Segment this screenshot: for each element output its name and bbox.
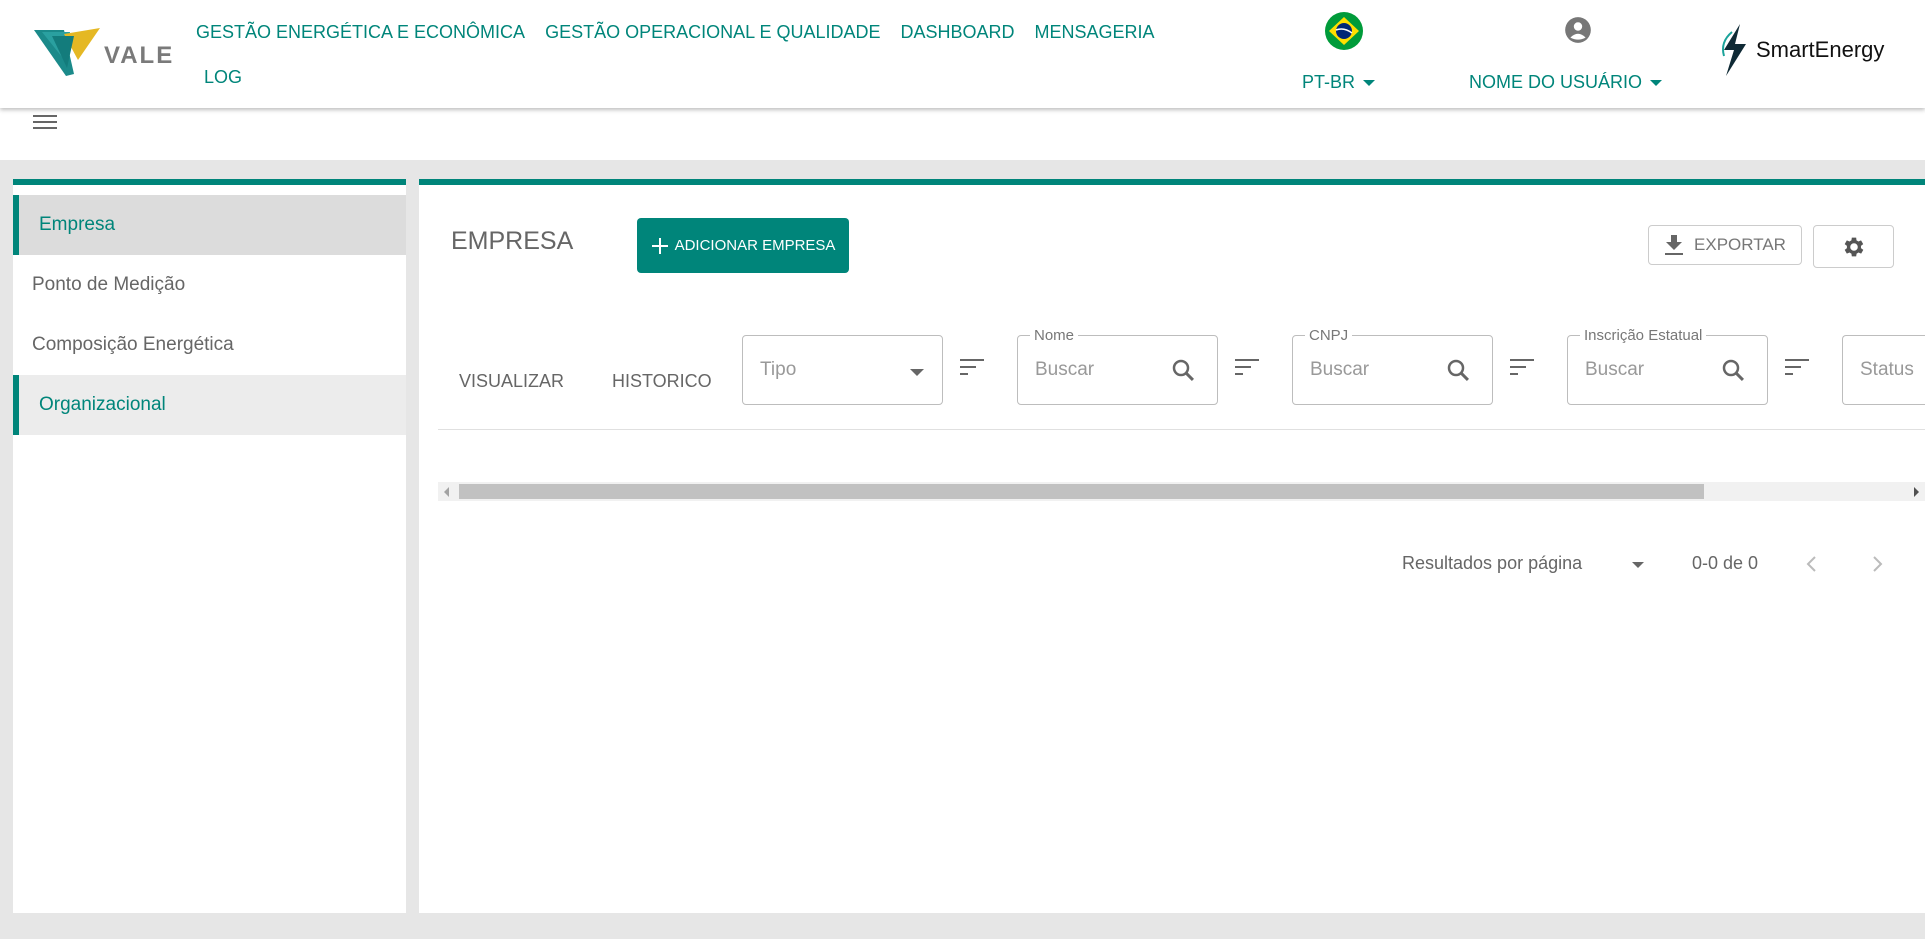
export-label: EXPORTAR bbox=[1694, 235, 1786, 254]
sort-tipo-icon[interactable] bbox=[959, 356, 985, 383]
chevron-left-icon[interactable] bbox=[1800, 552, 1824, 581]
cnpj-placeholder: Buscar bbox=[1310, 359, 1370, 380]
smartenergy-logo: SmartEnergy bbox=[1718, 22, 1884, 78]
plus-icon bbox=[651, 237, 668, 254]
download-icon bbox=[1665, 235, 1684, 255]
footer-band bbox=[0, 913, 1925, 939]
nome-search-field[interactable]: Nome Buscar bbox=[1017, 327, 1218, 405]
page-range-label: 0-0 de 0 bbox=[1692, 553, 1759, 573]
account-circle-icon[interactable] bbox=[1564, 16, 1592, 49]
chevron-down-icon bbox=[910, 369, 924, 376]
nav-dashboard[interactable]: DASHBOARD bbox=[890, 10, 1024, 55]
search-icon[interactable] bbox=[1446, 358, 1472, 389]
cnpj-legend: CNPJ bbox=[1305, 327, 1353, 344]
inscricao-estadual-placeholder: Buscar bbox=[1585, 359, 1645, 380]
sort-inscricao-estadual-icon[interactable] bbox=[1784, 356, 1810, 383]
lightning-icon bbox=[1722, 24, 1746, 76]
sidebar-item-ponto-medicao[interactable]: Ponto de Medição bbox=[13, 255, 406, 315]
sidebar-item-composicao-energetica[interactable]: Composição Energética bbox=[13, 315, 406, 375]
hamburger-menu-icon[interactable] bbox=[32, 110, 58, 141]
tipo-select[interactable]: Tipo bbox=[742, 335, 943, 405]
horizontal-scrollbar[interactable] bbox=[438, 482, 1925, 501]
add-empresa-label: ADICIONAR EMPRESA bbox=[674, 237, 836, 254]
status-placeholder: Status bbox=[1860, 359, 1914, 380]
scroll-left-arrow-icon[interactable] bbox=[444, 487, 449, 497]
nav-mensageria[interactable]: MENSAGERIA bbox=[1025, 10, 1165, 55]
sidebar-item-empresa[interactable]: Empresa bbox=[13, 195, 406, 255]
page-size-dropdown-icon[interactable] bbox=[1632, 562, 1644, 568]
search-icon[interactable] bbox=[1171, 358, 1197, 389]
inscricao-estadual-search-field[interactable]: Inscrição Estatual Buscar bbox=[1567, 327, 1768, 405]
scrollbar-thumb[interactable] bbox=[459, 484, 1704, 499]
vale-logo-icon bbox=[34, 28, 100, 76]
add-empresa-button[interactable]: ADICIONAR EMPRESA bbox=[637, 218, 849, 273]
user-menu[interactable]: NOME DO USUÁRIO bbox=[1469, 72, 1663, 93]
column-visualizar: VISUALIZAR bbox=[459, 371, 565, 391]
scroll-right-arrow-icon[interactable] bbox=[1914, 487, 1919, 497]
export-button[interactable]: EXPORTAR bbox=[1648, 225, 1802, 265]
chevron-down-icon bbox=[1363, 79, 1376, 86]
vale-logo[interactable]: VALE bbox=[34, 22, 174, 76]
chevron-down-icon bbox=[1650, 79, 1663, 86]
nav-gestao-energetica[interactable]: GESTÃO ENERGÉTICA E ECONÔMICA bbox=[186, 10, 535, 55]
page-title: EMPRESA bbox=[451, 227, 574, 255]
nav-log[interactable]: LOG bbox=[186, 55, 252, 100]
chevron-right-icon[interactable] bbox=[1865, 552, 1889, 581]
status-field[interactable]: Status bbox=[1842, 335, 1925, 405]
column-historico: HISTORICO bbox=[612, 371, 712, 391]
logo-text: VALE bbox=[104, 42, 175, 69]
language-label: PT-BR bbox=[1302, 72, 1356, 92]
nome-placeholder: Buscar bbox=[1035, 359, 1095, 380]
brand-text: SmartEnergy bbox=[1756, 37, 1885, 62]
brazil-flag-icon[interactable] bbox=[1325, 12, 1363, 55]
paginator: Resultados por página 0-0 de 0 bbox=[419, 550, 1925, 580]
main-nav: GESTÃO ENERGÉTICA E ECONÔMICA GESTÃO OPE… bbox=[186, 10, 1186, 100]
sort-cnpj-icon[interactable] bbox=[1509, 356, 1535, 383]
main-panel: EMPRESA ADICIONAR EMPRESA EXPORTAR VISUA… bbox=[419, 179, 1925, 913]
top-header: VALE GESTÃO ENERGÉTICA E ECONÔMICA GESTÃ… bbox=[0, 0, 1925, 108]
table-divider bbox=[438, 429, 1925, 430]
user-name-label: NOME DO USUÁRIO bbox=[1469, 72, 1643, 92]
results-per-page-label: Resultados por página bbox=[1402, 553, 1583, 573]
inscricao-estadual-legend: Inscrição Estatual bbox=[1580, 327, 1707, 344]
sort-nome-icon[interactable] bbox=[1234, 356, 1260, 383]
language-selector[interactable]: PT-BR bbox=[1302, 72, 1376, 93]
tipo-placeholder: Tipo bbox=[760, 359, 797, 380]
nav-gestao-operacional[interactable]: GESTÃO OPERACIONAL E QUALIDADE bbox=[535, 10, 890, 55]
cnpj-search-field[interactable]: CNPJ Buscar bbox=[1292, 327, 1493, 405]
sidebar-item-organizacional[interactable]: Organizacional bbox=[13, 375, 406, 435]
gear-icon bbox=[1844, 237, 1863, 256]
settings-button[interactable] bbox=[1813, 225, 1894, 268]
nome-legend: Nome bbox=[1030, 327, 1079, 344]
sub-toolbar bbox=[0, 108, 1925, 160]
sidebar: Empresa Ponto de Medição Composição Ener… bbox=[13, 179, 406, 913]
search-icon[interactable] bbox=[1721, 358, 1747, 389]
